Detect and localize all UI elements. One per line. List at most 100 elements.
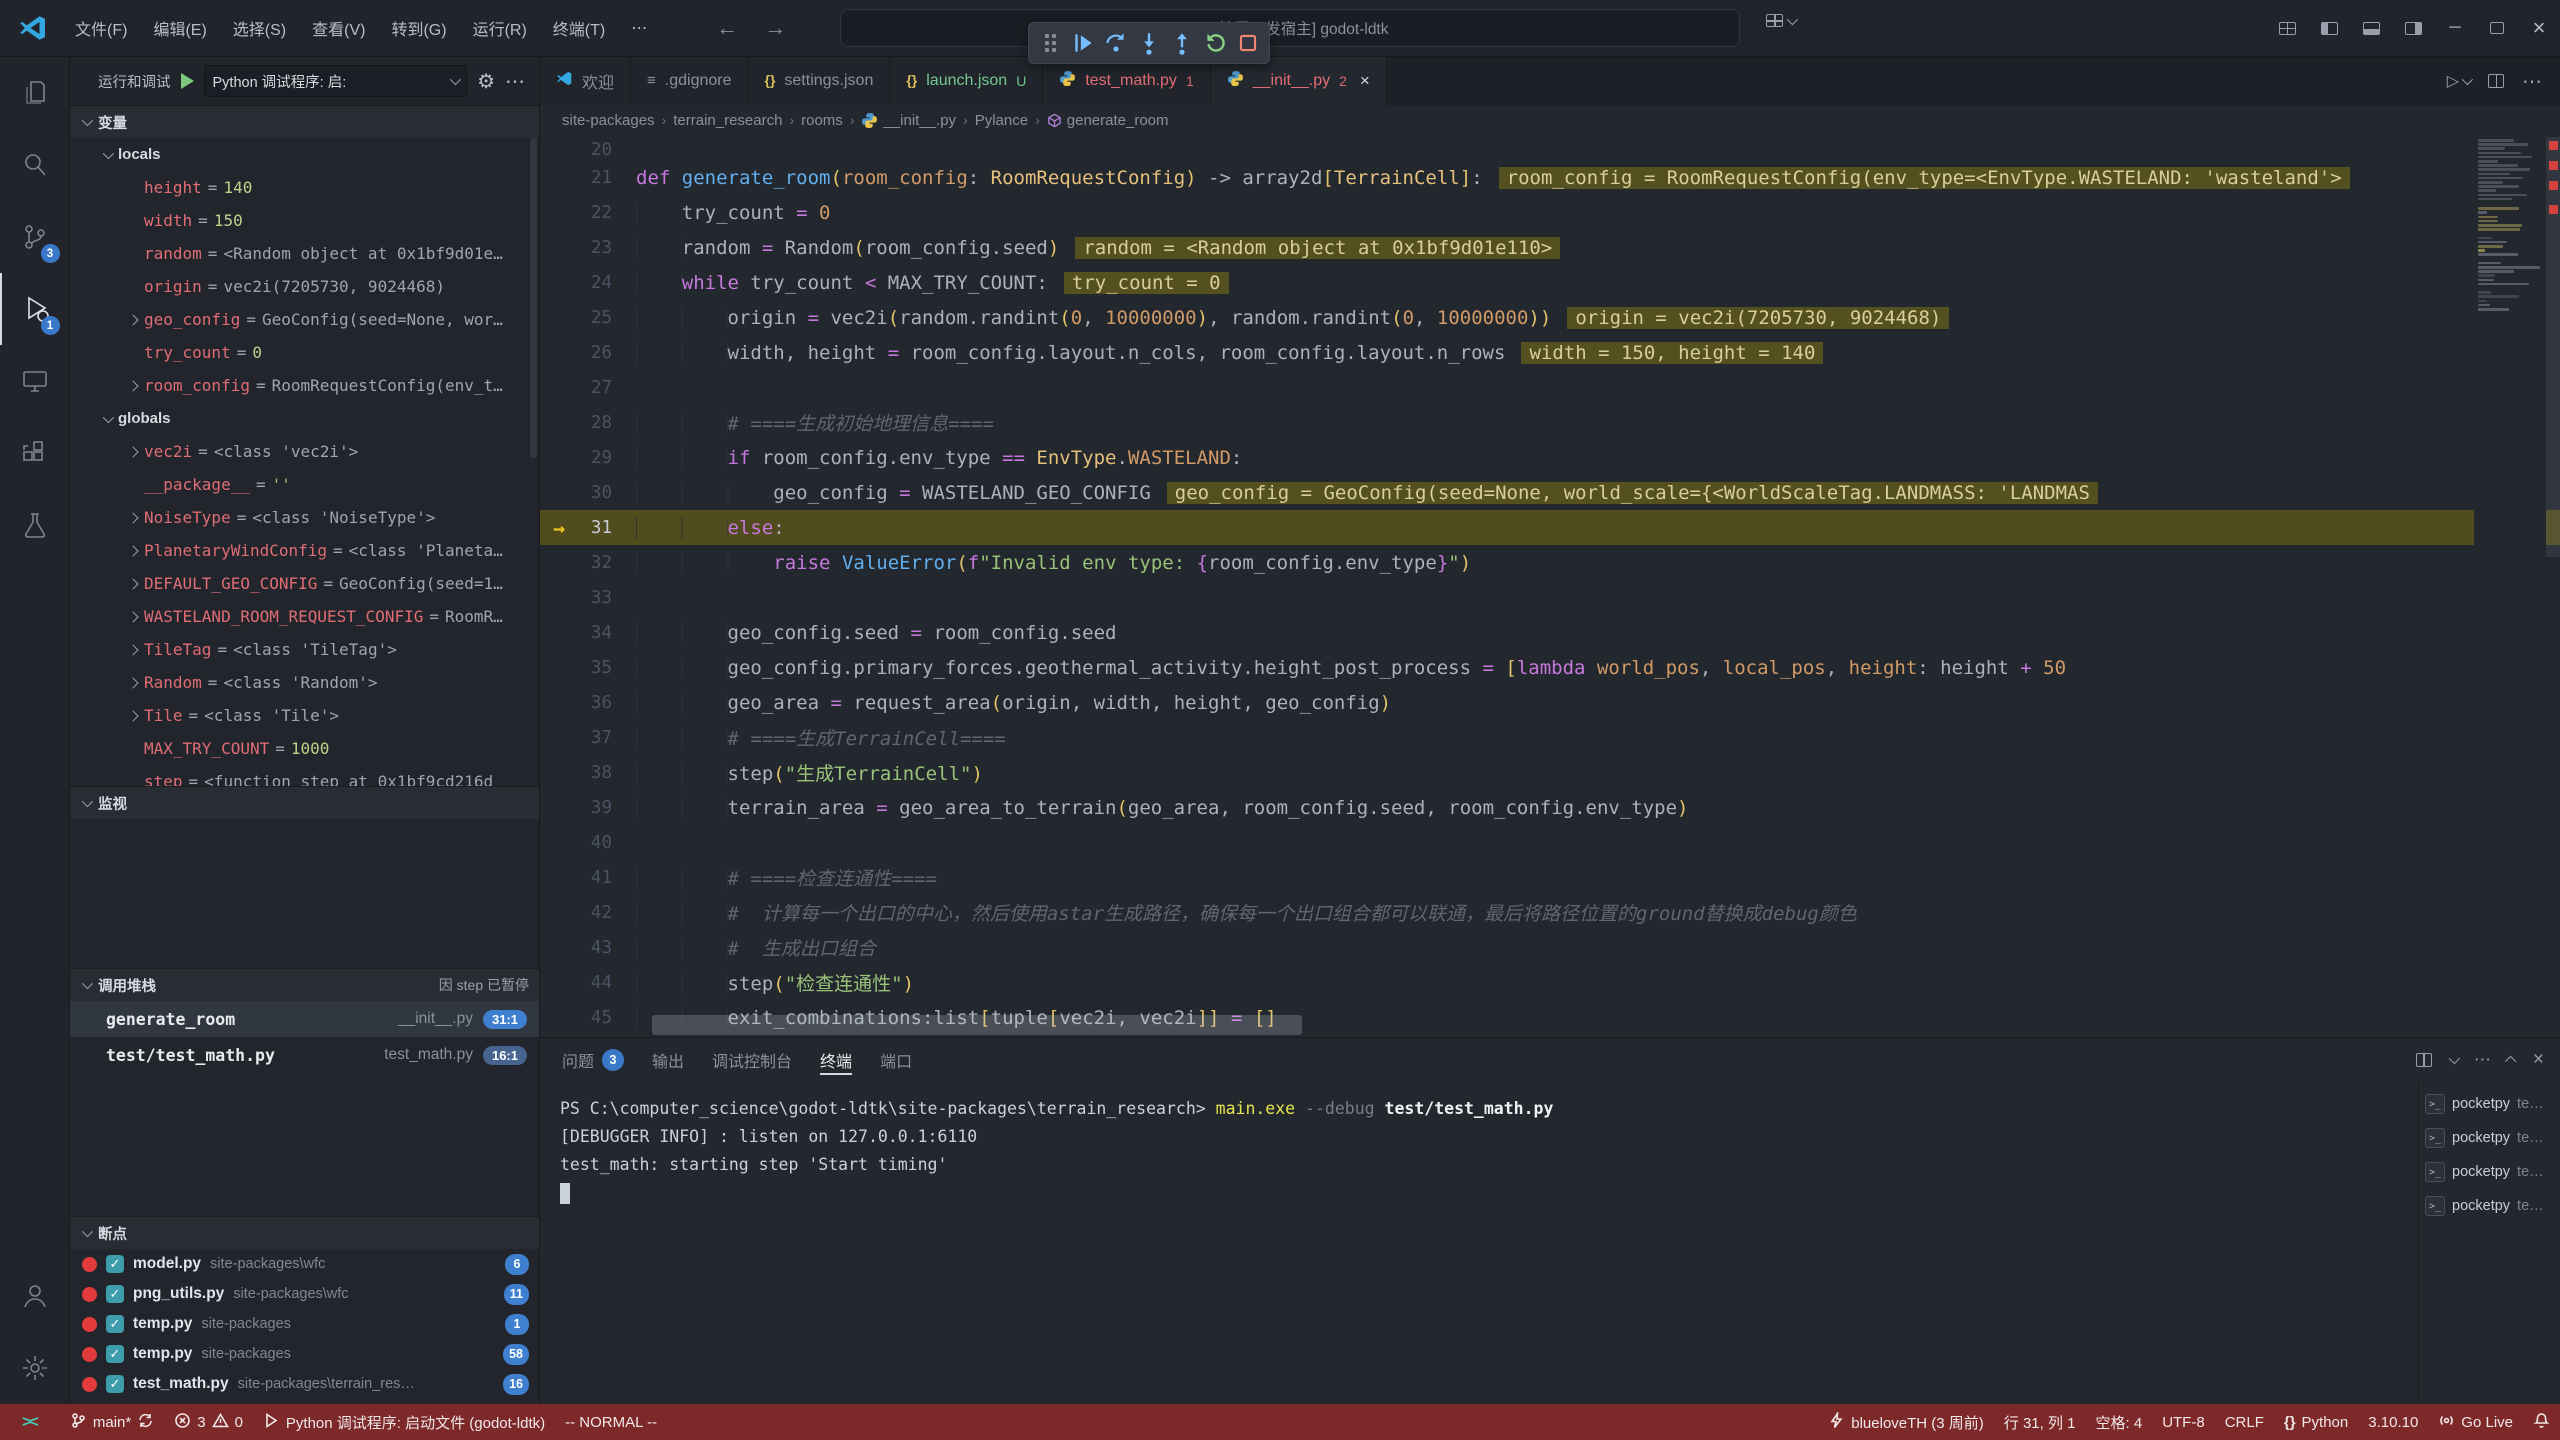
layout-sidebar-left-icon[interactable] — [2308, 0, 2350, 56]
run-python-file-button[interactable]: ▷ — [2447, 71, 2470, 91]
code-line[interactable]: 42 # 计算每一个出口的中心，然后使用astar生成路径，确保每一个出口组合都… — [540, 895, 2560, 930]
menu-文件F[interactable]: 文件(F) — [62, 0, 140, 56]
variable-row[interactable]: vec2i=<class 'vec2i'> — [70, 435, 539, 468]
split-editor-button[interactable] — [2488, 74, 2504, 88]
line-number[interactable]: 24 — [578, 273, 636, 293]
panel-more-actions-button[interactable]: ⋯ — [2474, 1050, 2491, 1070]
statusbar-debug-session[interactable]: Python 调试程序: 启动文件 (godot-ldtk) — [253, 1404, 555, 1440]
restore-button[interactable] — [2476, 0, 2518, 56]
nav-forward-icon[interactable]: → — [764, 15, 786, 41]
step-over-button[interactable] — [1101, 26, 1132, 60]
menu-编辑E[interactable]: 编辑(E) — [140, 0, 219, 56]
variable-row[interactable]: step=<function step at 0x1bf9cd216d — [70, 765, 539, 786]
activity-remote-explorer-icon[interactable] — [0, 345, 70, 417]
tab-launch.json[interactable]: {}launch.jsonU — [890, 57, 1043, 105]
terminal-instance[interactable]: >_pocketpyte… — [2419, 1189, 2560, 1223]
menu-选择S[interactable]: 选择(S) — [220, 0, 299, 56]
menu-运行R[interactable]: 运行(R) — [460, 0, 540, 56]
maximize-panel-icon[interactable] — [2505, 1055, 2516, 1066]
code-line[interactable]: 41 # ====检查连通性==== — [540, 860, 2560, 895]
code-line[interactable]: 37 # ====生成TerrainCell==== — [540, 720, 2560, 755]
tab-__init__.py[interactable]: __init__.py2× — [1211, 57, 1387, 105]
code-line[interactable]: 21def generate_room(room_config: RoomReq… — [540, 160, 2560, 195]
panel-tab-问题[interactable]: 问题3 — [562, 1038, 624, 1081]
minimize-button[interactable]: ─ — [2434, 0, 2476, 56]
line-number[interactable]: 45 — [578, 1008, 636, 1028]
variable-row[interactable]: geo_config=GeoConfig(seed=None, wor… — [70, 303, 539, 336]
line-number[interactable]: 32 — [578, 553, 636, 573]
statusbar-encoding[interactable]: UTF-8 — [2152, 1404, 2215, 1440]
settings-icon[interactable] — [0, 1332, 70, 1404]
layout-panel-icon[interactable] — [2350, 0, 2392, 56]
variable-row[interactable]: Random=<class 'Random'> — [70, 666, 539, 699]
code-line[interactable]: 35 geo_config.primary_forces.geothermal_… — [540, 650, 2560, 685]
code-line[interactable]: 38 step("生成TerrainCell") — [540, 755, 2560, 790]
breadcrumb-item[interactable]: site-packages — [562, 112, 655, 129]
statusbar-eol[interactable]: CRLF — [2215, 1404, 2274, 1440]
breakpoint-checkbox[interactable]: ✓ — [106, 1315, 124, 1333]
more-editor-actions-button[interactable]: ⋯ — [2522, 69, 2542, 94]
terminal-profile-chevron-icon[interactable] — [2449, 1052, 2460, 1063]
line-number[interactable]: 43 — [578, 938, 636, 958]
variable-row[interactable]: width=150 — [70, 204, 539, 237]
activity-testing-icon[interactable] — [0, 489, 70, 561]
statusbar-go-live[interactable]: Go Live — [2428, 1404, 2523, 1440]
line-number[interactable]: 35 — [578, 658, 636, 678]
code-line[interactable]: 36 geo_area = request_area(origin, width… — [540, 685, 2560, 720]
code-line[interactable]: 23 random = Random(room_config.seed)rand… — [540, 230, 2560, 265]
line-number[interactable]: 38 — [578, 763, 636, 783]
sidebar-scrollbar[interactable] — [530, 138, 537, 458]
breadcrumb-item[interactable]: Pylance — [975, 112, 1028, 129]
nav-back-icon[interactable]: ← — [716, 15, 738, 41]
code-line[interactable]: 40 — [540, 825, 2560, 860]
line-number[interactable]: 20 — [578, 140, 636, 160]
code-editor[interactable]: 2021def generate_room(room_config: RoomR… — [540, 135, 2560, 1037]
tab-close-icon[interactable]: × — [1360, 71, 1370, 91]
panel-tab-调试控制台[interactable]: 调试控制台 — [712, 1038, 792, 1081]
code-line[interactable]: 33 — [540, 580, 2560, 615]
panel-tab-输出[interactable]: 输出 — [652, 1038, 684, 1081]
statusbar-vim-mode[interactable]: -- NORMAL -- — [555, 1404, 667, 1440]
debug-settings-gear-icon[interactable]: ⚙ — [477, 69, 495, 94]
panel-tab-端口[interactable]: 端口 — [880, 1038, 912, 1081]
terminal-instance[interactable]: >_pocketpyte… — [2419, 1121, 2560, 1155]
breakpoint-checkbox[interactable]: ✓ — [106, 1255, 124, 1273]
panel-tab-终端[interactable]: 终端 — [820, 1038, 852, 1081]
minimap[interactable] — [2474, 135, 2546, 1037]
scope-row-locals[interactable]: locals — [70, 138, 539, 171]
layout-sidebar-right-icon[interactable] — [2392, 0, 2434, 56]
callstack-frame[interactable]: generate_room__init__.py31:1 — [70, 1001, 539, 1037]
code-line[interactable]: 30 geo_config = WASTELAND_GEO_CONFIGgeo_… — [540, 475, 2560, 510]
menu-⋯[interactable]: ⋯ — [618, 0, 660, 56]
variables-section-header[interactable]: 变量 — [70, 105, 539, 138]
more-actions-icon[interactable]: ⋯ — [505, 69, 525, 94]
terminal-instance[interactable]: >_pocketpyte… — [2419, 1155, 2560, 1189]
statusbar-git-branch[interactable]: main* — [60, 1404, 164, 1440]
code-line[interactable]: 44 step("检查连通性") — [540, 965, 2560, 1000]
breakpoint-row[interactable]: ✓test_math.pysite-packages\terrain_res…1… — [70, 1369, 539, 1399]
breakpoint-row[interactable]: ✓temp.pysite-packages1 — [70, 1309, 539, 1339]
layout-customize-icon[interactable] — [2266, 0, 2308, 56]
code-line[interactable]: 20 — [540, 135, 2560, 160]
breakpoint-row[interactable]: ✓png_utils.pysite-packages\wfc11 — [70, 1279, 539, 1309]
breakpoint-checkbox[interactable]: ✓ — [106, 1345, 124, 1363]
activity-extensions-icon[interactable] — [0, 417, 70, 489]
variable-row[interactable]: WASTELAND_ROOM_REQUEST_CONFIG=RoomR… — [70, 600, 539, 633]
line-number[interactable]: 25 — [578, 308, 636, 328]
variable-row[interactable]: PlanetaryWindConfig=<class 'Planeta… — [70, 534, 539, 567]
activity-explorer-icon[interactable] — [0, 57, 70, 129]
breakpoint-checkbox[interactable]: ✓ — [106, 1375, 124, 1393]
code-line[interactable]: 27 — [540, 370, 2560, 405]
scope-row-globals[interactable]: globals — [70, 402, 539, 435]
variable-row[interactable]: origin=vec2i(7205730, 9024468) — [70, 270, 539, 303]
statusbar-python-version[interactable]: 3.10.10 — [2358, 1404, 2428, 1440]
activity-run-debug-icon[interactable]: 1 — [0, 273, 70, 345]
line-number[interactable]: 28 — [578, 413, 636, 433]
menu-转到G[interactable]: 转到(G) — [378, 0, 459, 56]
line-number[interactable]: 31 — [578, 518, 636, 538]
line-number[interactable]: 36 — [578, 693, 636, 713]
statusbar-indentation[interactable]: 空格: 4 — [2086, 1404, 2153, 1440]
code-line[interactable]: 29 if room_config.env_type == EnvType.WA… — [540, 440, 2560, 475]
tab-settings.json[interactable]: {}settings.json — [749, 57, 891, 105]
line-number[interactable]: 33 — [578, 588, 636, 608]
